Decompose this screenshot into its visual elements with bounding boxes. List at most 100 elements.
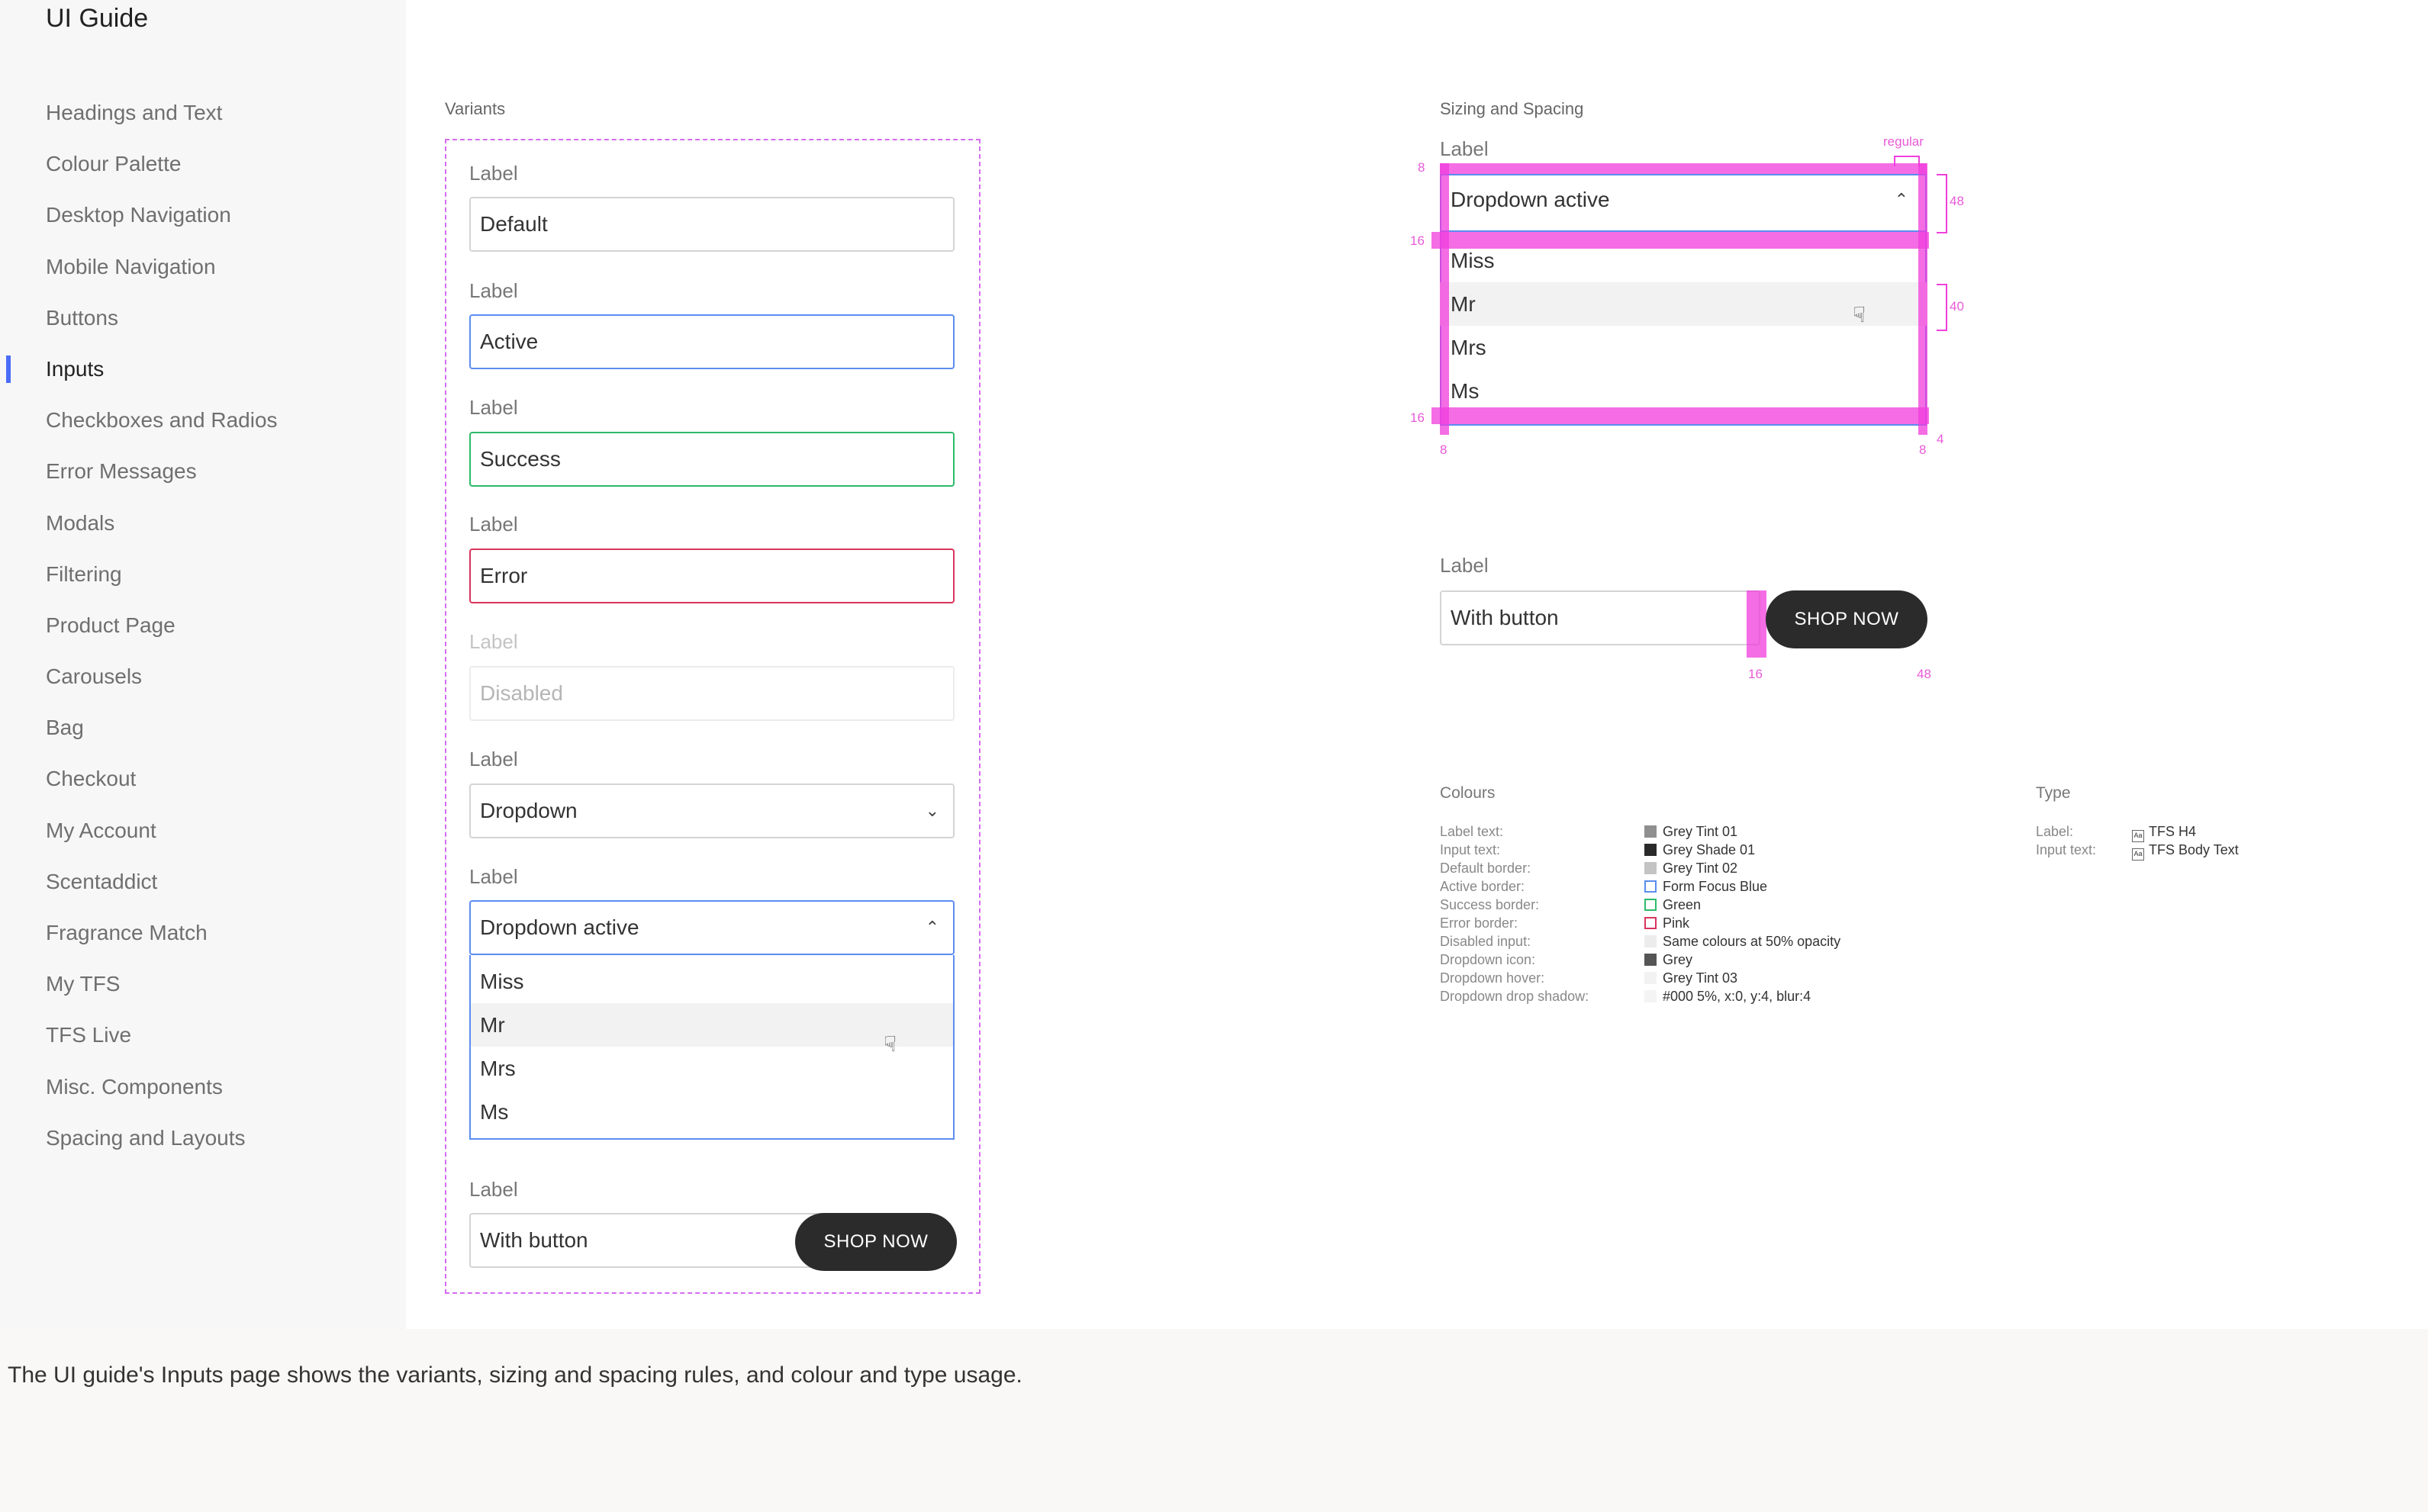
colour-value: #000 5%, x:0, y:4, blur:4 [1644,989,1811,1005]
spec-label: Label [1440,137,1489,160]
dropdown-value: Dropdown active [1451,188,1610,211]
dropdown-option[interactable]: Ms [471,1090,953,1134]
colour-swatch [1644,880,1657,893]
dropdown-option[interactable]: Mrs [1440,326,1927,369]
spacing-overlay-top [1440,163,1927,174]
sidebar-item-my-tfs[interactable]: My TFS [0,961,406,1012]
sidebar-item-mobile-navigation[interactable]: Mobile Navigation [0,244,406,295]
field-label: Label [469,865,518,888]
sidebar-item-scentaddict[interactable]: Scentaddict [0,859,406,910]
spec-dropdown-select[interactable]: Dropdown active ⌃ [1440,174,1927,232]
dim-label: 16 [1410,233,1425,248]
sidebar-item-misc-components[interactable]: Misc. Components [0,1064,406,1115]
sidebar-item-bag[interactable]: Bag [0,705,406,756]
dropdown-menu: Miss Mr Mrs Ms [469,955,955,1140]
colour-key: Error border: [1440,915,1518,931]
sidebar-item-modals[interactable]: Modals [0,500,406,552]
dropdown-option[interactable]: Ms [1440,369,1927,413]
colour-value: Grey Tint 02 [1644,861,1737,877]
colour-key: Success border: [1440,897,1540,912]
dropdown-select[interactable]: Dropdown ⌄ [469,783,955,838]
hand-cursor-icon: ☟ [1853,303,1866,327]
shop-now-button[interactable]: SHOP NOW [1766,590,1927,648]
success-input[interactable]: Success [469,432,955,487]
colour-key: Input text: [1440,842,1501,857]
type-value: Aa TFS H4 [2132,824,2196,842]
sidebar-item-my-account[interactable]: My Account [0,808,406,859]
colour-key: Dropdown hover: [1440,970,1545,986]
sidebar-item-product-page[interactable]: Product Page [0,603,406,654]
sidebar-item-error-messages[interactable]: Error Messages [0,449,406,500]
colour-value-text: Green [1663,897,1702,912]
spacing-title: Sizing and Spacing [1440,99,1584,118]
colour-value-text: Grey Tint 03 [1663,970,1738,986]
field-label: Label [469,396,518,419]
colour-key: Label text: [1440,824,1504,839]
shop-now-button[interactable]: SHOP NOW [795,1213,957,1271]
sidebar-item-carousels[interactable]: Carousels [0,654,406,705]
colour-value: Grey Shade 01 [1644,842,1755,858]
dim-label: 16 [1410,410,1425,425]
dim-label: 8 [1440,442,1447,457]
dim-label: 4 [1937,432,1944,446]
app-title: UI Guide [46,4,149,33]
colour-key: Active border: [1440,879,1525,894]
colour-swatch [1644,935,1657,947]
spacing-overlay-right [1918,163,1927,435]
dim-label: 40 [1950,299,1964,314]
colour-swatch [1644,972,1657,984]
dim-label: 48 [1917,667,1931,681]
text-style-icon: Aa [2132,848,2144,861]
type-key: Label: [2036,824,2074,839]
dim-label: 16 [1748,667,1763,681]
dim-label: 8 [1418,160,1425,175]
spacing-overlay-16-bottom [1431,407,1929,424]
field-label: Label [469,513,518,536]
sidebar-item-headings-and-text[interactable]: Headings and Text [0,90,406,141]
colour-value-text: Grey Tint 02 [1663,861,1738,876]
colour-swatch [1644,825,1657,838]
colour-value-text: #000 5%, x:0, y:4, blur:4 [1663,989,1811,1004]
colour-key: Disabled input: [1440,934,1531,949]
chevron-up-icon: ⌃ [925,918,939,937]
field-label: Label [469,279,518,302]
colour-key: Default border: [1440,861,1531,876]
dropdown-option[interactable]: Miss [471,960,953,1003]
colour-value: Grey Tint 01 [1644,824,1737,840]
sidebar-item-buttons[interactable]: Buttons [0,295,406,346]
spacing-overlay-left [1440,163,1449,435]
colour-value: Form Focus Blue [1644,879,1767,895]
spec-with-button-input[interactable]: With button [1440,590,1760,645]
colour-value: Same colours at 50% opacity [1644,934,1840,950]
dropdown-active-select[interactable]: Dropdown active ⌃ [469,900,955,955]
sidebar-item-fragrance-match[interactable]: Fragrance Match [0,910,406,961]
colour-value: Grey [1644,952,1692,968]
sidebar-item-inputs[interactable]: Inputs [0,346,406,397]
sidebar-item-colour-palette[interactable]: Colour Palette [0,141,406,192]
sidebar-item-filtering[interactable]: Filtering [0,552,406,603]
height-48-bracket [1937,174,1947,233]
default-input[interactable]: Default [469,197,955,252]
spacing-overlay-gap [1747,590,1766,658]
colour-swatch [1644,954,1657,966]
colour-swatch [1644,862,1657,874]
field-label: Label [469,162,518,185]
active-input[interactable]: Active [469,314,955,369]
sidebar-item-tfs-live[interactable]: TFS Live [0,1012,406,1063]
spacing-overlay-16-top [1431,232,1929,249]
sidebar-item-checkout[interactable]: Checkout [0,756,406,807]
sidebar-item-checkboxes-and-radios[interactable]: Checkboxes and Radios [0,397,406,449]
sidebar-item-desktop-navigation[interactable]: Desktop Navigation [0,192,406,243]
dropdown-option[interactable]: Mrs [471,1047,953,1090]
sidebar-item-spacing-and-layouts[interactable]: Spacing and Layouts [0,1115,406,1166]
dim-label: 8 [1919,442,1927,457]
error-input[interactable]: Error [469,549,955,603]
hand-cursor-icon: ☟ [884,1032,897,1056]
field-label: Label [469,1178,518,1201]
colour-swatch [1644,899,1657,911]
caption: The UI guide's Inputs page shows the var… [8,1362,1022,1388]
colour-value: Pink [1644,915,1689,931]
dropdown-option[interactable]: Mr [471,1003,953,1047]
sidebar-nav: Headings and Text Colour Palette Desktop N… [0,90,406,1166]
colour-swatch [1644,844,1657,856]
